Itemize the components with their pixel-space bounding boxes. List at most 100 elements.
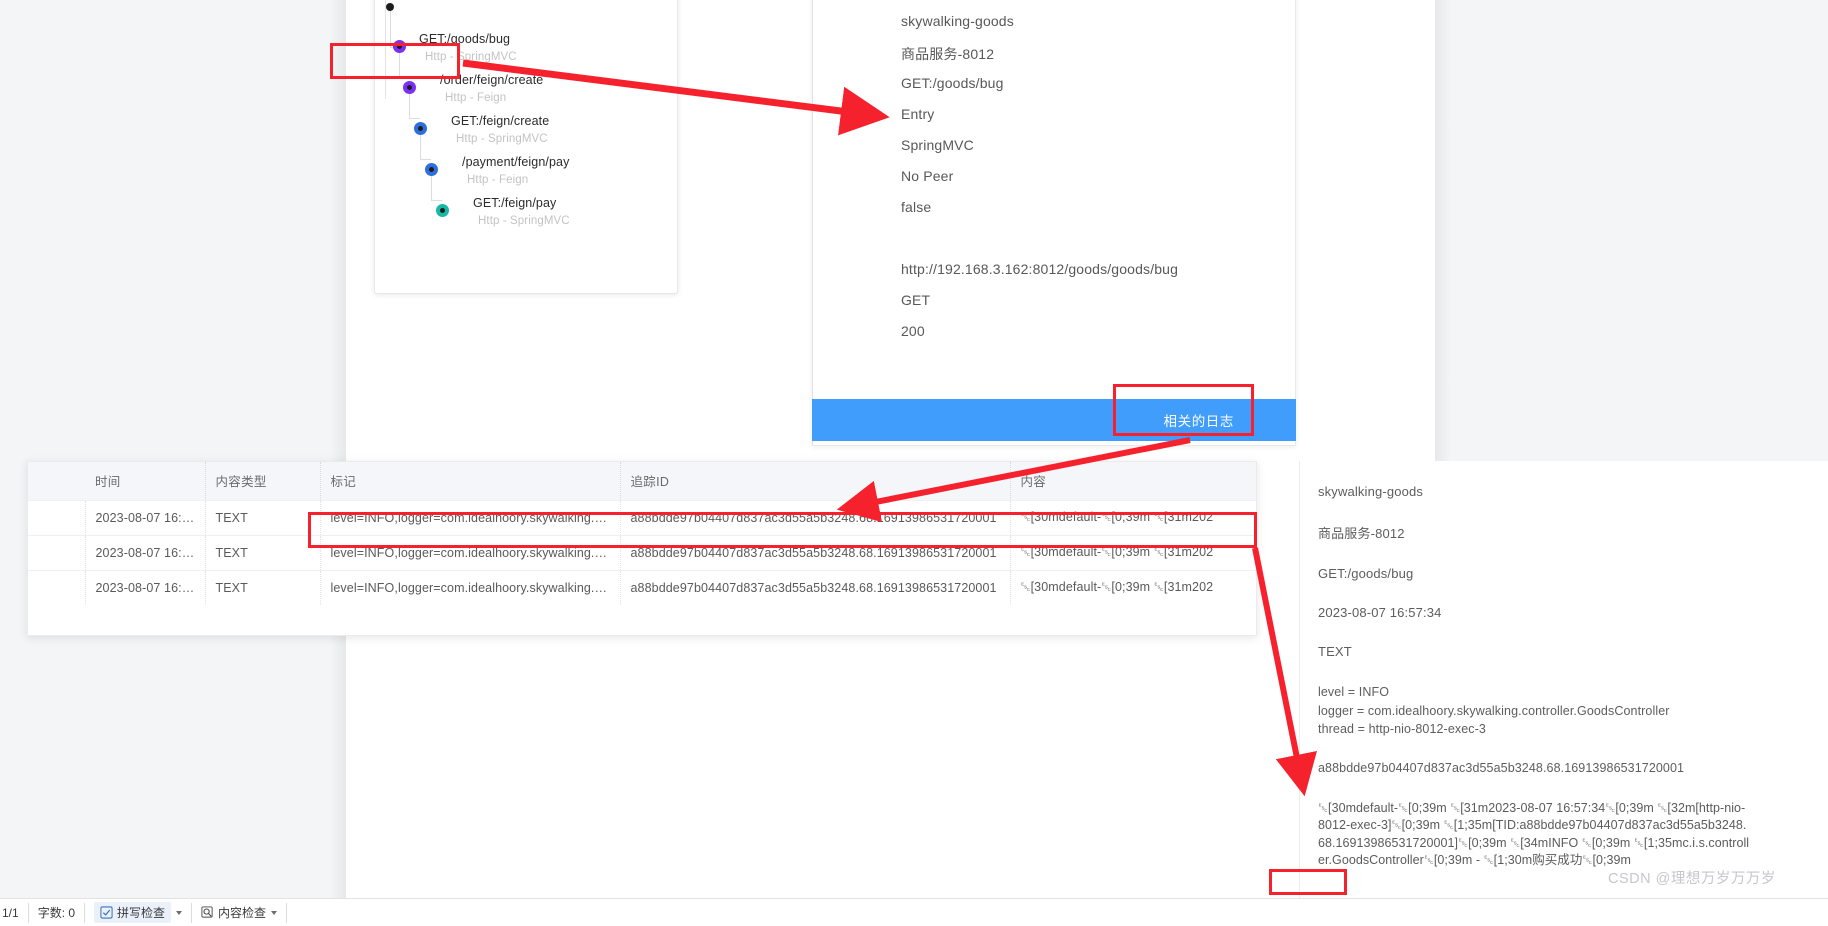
content-check-label: 内容检查 [218,906,267,920]
span-tag-http-method: GET [901,292,931,308]
log-col-header-select [28,462,85,500]
trace-node-sublabel: Http - SpringMVC [425,51,517,63]
log-cell-trace-id: a88bdde97b04407d837ac3d55a5b3248.68.1691… [620,570,1011,605]
log-col-header-time[interactable]: 时间 [85,462,206,500]
status-bar: 1/1 字数: 0 拼写检查 内容检查 [0,898,1828,926]
span-peer: No Peer [901,168,954,184]
span-type: Entry [901,106,935,122]
log-cell-trace-id: a88bdde97b04407d837ac3d55a5b3248.68.1691… [620,500,1011,535]
trace-link-1-h [399,77,409,78]
trace-link-3 [420,135,421,159]
watermark-text: CSDN @理想万岁万万岁 [1608,871,1776,887]
status-content-check[interactable]: 内容检查 [192,902,288,923]
status-word-count-label: 字数: 0 [37,906,76,920]
trace-node-label: /order/feign/create [440,73,544,87]
trace-link-2 [409,94,410,118]
trace-node-label: GET:/goods/bug [419,32,511,46]
trace-node-sublabel: Http - Feign [445,92,507,104]
trace-node-dot-goods-bug[interactable] [393,40,406,53]
magnifier-icon [201,906,214,919]
log-col-header-content[interactable]: 内容 [1010,462,1256,500]
status-page-indicator[interactable]: 1/1 [0,902,29,923]
table-row[interactable]: 2023-08-07 16:57:34 TEXT level=INFO,logg… [28,500,1256,535]
log-detail-content-type: TEXT [1318,644,1352,659]
trace-node-sublabel: Http - Feign [467,174,529,186]
spell-check-label: 拼写检查 [117,906,166,920]
span-instance-name: 商品服务-8012 [901,46,995,62]
log-detail-service: skywalking-goods [1318,484,1424,499]
spell-check-chip[interactable]: 拼写检查 [94,902,172,923]
log-cell-select[interactable] [28,535,86,570]
log-detail-endpoint: GET:/goods/bug [1318,566,1414,581]
span-tag-url: http://192.168.3.162:8012/goods/goods/bu… [901,261,1179,277]
log-detail-tag-level: level = INFO [1318,685,1390,699]
chevron-down-icon[interactable] [176,910,183,915]
log-detail-ansi-content: ␛[30mdefault-␛[0;39m ␛[31m2023-08-07 16:… [1318,800,1750,868]
log-detail-panel: skywalking-goods 商品服务-8012 GET:/goods/bu… [1299,461,1828,898]
log-table-body: 2023-08-07 16:57:34 TEXT level=INFO,logg… [28,500,1256,605]
log-table-head: 时间 内容类型 标记 追踪ID 内容 [28,462,1256,500]
content-left-edge-shadow [330,0,346,898]
span-service-name: skywalking-goods [901,13,1014,29]
trace-tree-canvas: GET:/goods/bug Http - SpringMVC /order/f… [375,0,679,295]
log-detail-tag-logger: logger = com.idealhoory.skywalking.contr… [1318,703,1670,718]
trace-link-2-h [409,118,420,119]
trace-node-label: GET:/feign/pay [473,196,557,210]
log-detail-trace-id: a88bdde97b04407d837ac3d55a5b3248.68.1691… [1318,760,1685,775]
trace-node-dot-feign-create[interactable] [414,122,427,135]
log-detail-tags: level = INFO logger = com.idealhoory.sky… [1318,683,1816,739]
log-cell-content: ␛[30mdefault-␛[0;39m ␛[31m202 [1020,545,1214,559]
log-cell-time: 2023-08-07 16:57:34 [85,500,206,535]
trace-link-root [390,11,391,47]
log-cell-select[interactable] [28,500,86,535]
log-col-header-trace-id[interactable]: 追踪ID [620,462,1011,500]
trace-node-dot-root[interactable] [386,3,394,11]
log-cell-tag: level=INFO,logger=com.idealhoory.skywalk… [320,570,621,605]
span-component: SpringMVC [901,137,974,153]
related-logs-bar[interactable]: 相关的日志 [812,399,1296,441]
log-cell-time: 2023-08-07 16:57:33 [85,535,206,570]
log-table: 时间 内容类型 标记 追踪ID 内容 2023-08-07 16:57:34 T… [28,462,1256,605]
log-cell-tag: level=INFO,logger=com.idealhoory.skywalk… [320,535,621,570]
trace-tree-card: GET:/goods/bug Http - SpringMVC /order/f… [374,0,678,294]
status-spell-check[interactable]: 拼写检查 [85,902,193,923]
trace-tree-rail [385,0,386,99]
log-detail-instance: 商品服务-8012 [1318,526,1405,541]
table-row[interactable]: 2023-08-07 16:57:33 TEXT level=INFO,logg… [28,570,1256,605]
log-cell-content: ␛[30mdefault-␛[0;39m ␛[31m202 [1020,510,1214,524]
log-col-header-tag[interactable]: 标记 [320,462,621,500]
log-cell-content: ␛[30mdefault-␛[0;39m ␛[31m202 [1020,580,1214,595]
chevron-down-icon[interactable] [271,910,278,915]
trace-node-dot-order-feign-create[interactable] [403,81,416,94]
log-cell-select[interactable] [28,570,86,605]
trace-node-label: /payment/feign/pay [462,155,570,169]
log-col-header-type[interactable]: 内容类型 [205,462,321,500]
related-logs-button-label[interactable]: 相关的日志 [1164,410,1235,430]
page-background-left [0,0,346,898]
span-endpoint-name: GET:/goods/bug [901,75,1004,91]
log-cell-type: TEXT [205,500,321,535]
table-row[interactable]: 2023-08-07 16:57:33 TEXT level=INFO,logg… [28,535,1256,570]
log-cell-trace-id: a88bdde97b04407d837ac3d55a5b3248.68.1691… [620,535,1011,570]
trace-link-3-h [420,159,431,160]
log-table-card: 时间 内容类型 标记 追踪ID 内容 2023-08-07 16:57:34 T… [27,461,1257,636]
log-detail-timestamp: 2023-08-07 16:57:34 [1318,605,1442,620]
trace-link-1 [399,53,400,77]
log-cell-tag: level=INFO,logger=com.idealhoory.skywalk… [320,500,621,535]
status-page-label: 1/1 [2,905,19,920]
trace-node-sublabel: Http - SpringMVC [456,133,548,145]
log-detail-tag-thread: thread = http-nio-8012-exec-3 [1318,722,1486,736]
trace-node-sublabel: Http - SpringMVC [478,215,570,227]
span-detail-panel: skywalking-goods 商品服务-8012 GET:/goods/bu… [812,0,1296,446]
status-word-count[interactable]: 字数: 0 [29,902,86,923]
trace-link-4-h [431,200,442,201]
trace-node-label: GET:/feign/create [451,114,550,128]
log-table-header-row: 时间 内容类型 标记 追踪ID 内容 [28,462,1256,500]
trace-link-4 [431,176,432,200]
span-is-error: false [901,199,932,215]
span-tag-status-code: 200 [901,323,925,339]
trace-node-dot-payment-feign-pay[interactable] [425,163,438,176]
trace-node-dot-feign-pay[interactable] [436,204,449,217]
log-cell-type: TEXT [205,535,321,570]
checkbox-check-icon [100,906,113,919]
